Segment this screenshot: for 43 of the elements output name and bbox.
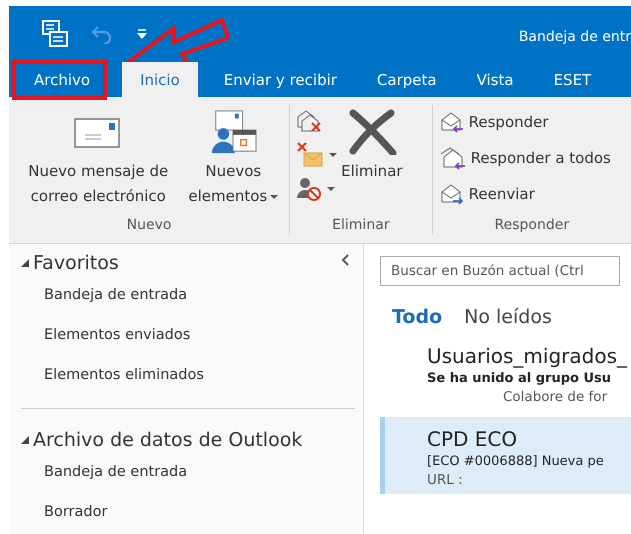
message-sender: CPD ECO xyxy=(427,427,518,451)
folder-item[interactable]: Borrador xyxy=(21,491,355,531)
folder-section-title[interactable]: Archivo de datos de Outlook xyxy=(33,429,302,451)
ribbon-tab[interactable]: Vista xyxy=(462,62,528,97)
ribbon-tab[interactable]: ESET xyxy=(540,62,606,97)
expand-triangle-icon[interactable] xyxy=(21,436,29,444)
message-subject: [ECO #0006888] Nueva pe xyxy=(427,454,605,469)
message-preview: URL : xyxy=(427,472,464,488)
ribbon-tab[interactable]: Archivo xyxy=(20,62,104,97)
filter-tab[interactable]: No leídos xyxy=(464,306,552,328)
ribbon-button[interactable]: Eliminar xyxy=(339,105,405,215)
group-label: Nuevo xyxy=(126,216,172,235)
window-title: Bandeja de entr xyxy=(518,28,631,45)
reply-icon xyxy=(438,110,465,134)
group-label: Eliminar xyxy=(331,216,391,235)
ribbon-button[interactable]: Responder a todos xyxy=(438,143,611,173)
expand-triangle-icon[interactable] xyxy=(21,259,29,267)
customize-dropdown-icon[interactable] xyxy=(136,28,148,40)
folder-item[interactable]: Elementos enviados xyxy=(21,314,363,354)
ribbon-tab[interactable]: Enviar y recibir xyxy=(210,62,351,97)
message-item[interactable]: CPD ECO [ECO #0006888] Nueva pe URL : xyxy=(380,417,631,494)
collapse-chevron-icon[interactable] xyxy=(341,254,349,266)
message-preview: Colabore de for xyxy=(502,389,608,405)
folder-item[interactable]: Bandeja de entrada xyxy=(21,274,363,314)
delete-x-icon xyxy=(346,109,397,155)
folder-item[interactable]: Bandeja de entrada xyxy=(21,451,355,491)
filter-tab[interactable]: Todo xyxy=(392,306,442,328)
mail-send-receive-icon[interactable] xyxy=(42,20,68,48)
ribbon-tab[interactable]: Inicio xyxy=(122,62,198,97)
forward-icon xyxy=(438,182,465,206)
message-sender: Usuarios_migrados_ xyxy=(427,344,628,368)
message-subject: Se ha unido al grupo Usu xyxy=(427,371,612,386)
ribbon-button[interactable]: Nuevos elementos xyxy=(184,105,284,215)
ribbon-tab[interactable]: Carpeta xyxy=(362,62,451,97)
group-label: Responder xyxy=(494,216,570,235)
folder-item[interactable]: Elementos eliminados xyxy=(21,354,363,394)
ribbon-button[interactable]: Nuevo mensaje de correo electrónico xyxy=(15,105,182,215)
block-sender-icon[interactable] xyxy=(296,176,322,202)
search-field[interactable]: Buscar en Buzón actual (Ctrl xyxy=(380,256,620,286)
ribbon-button[interactable]: Responder xyxy=(438,107,611,137)
folder-section-title[interactable]: Favoritos xyxy=(33,252,119,274)
ribbon-button[interactable]: Reenviar xyxy=(438,179,611,209)
reply-all-icon xyxy=(438,146,467,170)
